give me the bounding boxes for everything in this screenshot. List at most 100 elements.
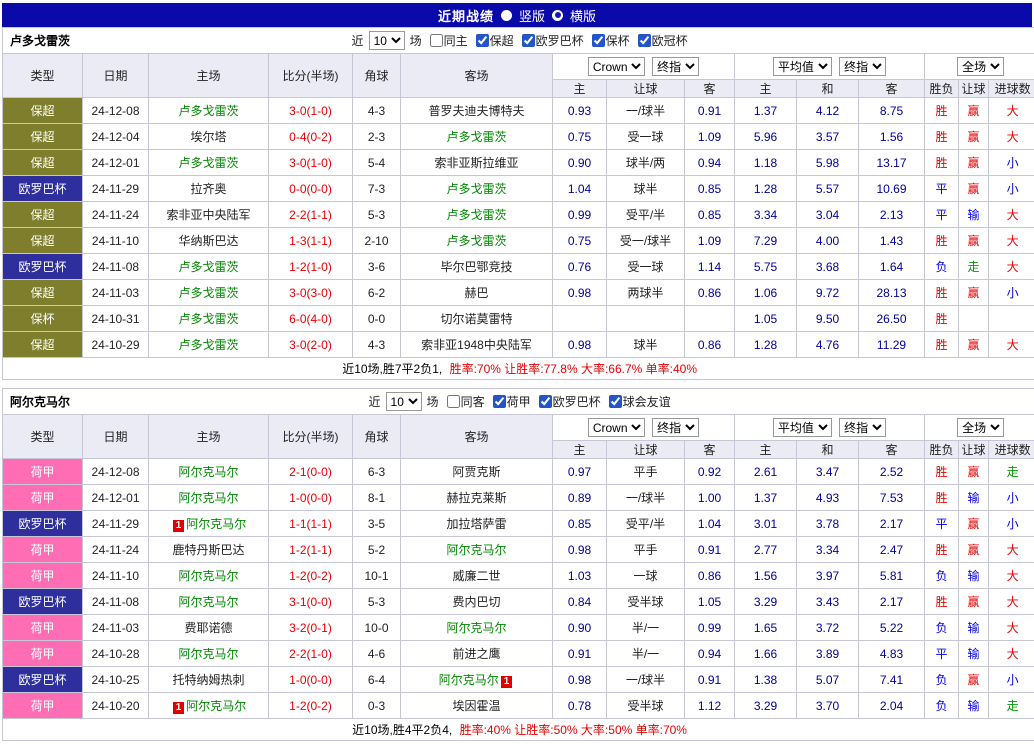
league-label: 荷甲 xyxy=(507,393,531,410)
team-name: 毕尔巴鄂竞技 xyxy=(440,260,512,274)
corner-count: 6-3 xyxy=(353,459,401,485)
league-filter-europa-league[interactable]: 欧罗巴杯 xyxy=(539,393,601,410)
asian-odds-source-select[interactable]: Crown xyxy=(588,418,645,437)
asian-odds-time-select[interactable]: 终指 xyxy=(652,418,699,437)
result-badge: 负 xyxy=(925,254,959,280)
result-badge: 平 xyxy=(925,202,959,228)
league-checkbox[interactable] xyxy=(609,395,622,408)
section-team-name: 阿尔克马尔 xyxy=(10,393,70,410)
league-checkbox[interactable] xyxy=(522,34,535,47)
same-venue-checkbox[interactable] xyxy=(447,395,460,408)
league-checkbox[interactable] xyxy=(476,34,489,47)
league-filter-eredivisie[interactable]: 荷甲 xyxy=(493,393,531,410)
league-type-badge: 荷甲 xyxy=(3,641,83,667)
asian-handicap: 受一/球半 xyxy=(607,228,685,254)
score: 1-2(0-2) xyxy=(269,693,353,719)
league-checkbox[interactable] xyxy=(592,34,605,47)
score: 2-1(0-0) xyxy=(269,459,353,485)
league-filter-champions-league[interactable]: 欧冠杯 xyxy=(638,32,688,49)
euro-away-odds: 2.13 xyxy=(859,202,925,228)
goals-result: 大 xyxy=(989,332,1034,358)
league-filter-europa-league[interactable]: 欧罗巴杯 xyxy=(522,32,584,49)
corner-count: 2-3 xyxy=(353,124,401,150)
scope-select[interactable]: 全场 xyxy=(957,418,1004,437)
euro-odds-time-select[interactable]: 终指 xyxy=(839,57,886,76)
asian-away-odds: 1.09 xyxy=(685,124,735,150)
match-date: 24-11-08 xyxy=(83,254,149,280)
home-team: 托特纳姆热刺 xyxy=(149,667,269,693)
asian-odds-source-select[interactable]: Crown xyxy=(588,57,645,76)
match-date: 24-11-29 xyxy=(83,511,149,537)
euro-odds-dropdowns: 平均值 终指 xyxy=(735,54,925,80)
asian-home-odds: 0.91 xyxy=(553,641,607,667)
match-row: 保超24-10-29卢多戈雷茨3-0(2-0)4-3索非亚1948中央陆军0.9… xyxy=(3,332,1034,358)
away-team: 阿尔克马尔 xyxy=(401,615,553,641)
handicap-result: 输 xyxy=(959,615,989,641)
match-count-select[interactable]: 10 xyxy=(369,31,405,50)
league-label: 欧罗巴杯 xyxy=(536,32,584,49)
team-name: 阿尔克马尔 xyxy=(178,465,238,479)
league-checkbox[interactable] xyxy=(539,395,552,408)
goals-result: 小 xyxy=(989,150,1034,176)
home-team: 费耶诺德 xyxy=(149,615,269,641)
goals-result: 大 xyxy=(989,563,1034,589)
handicap-result: 赢 xyxy=(959,511,989,537)
same-venue-filter[interactable]: 同主 xyxy=(430,32,468,49)
euro-odds-time-select[interactable]: 终指 xyxy=(839,418,886,437)
asian-home-odds: 0.75 xyxy=(553,124,607,150)
league-filter-club-friendly[interactable]: 球会友谊 xyxy=(609,393,671,410)
horizontal-layout-label[interactable]: 横版 xyxy=(570,6,596,25)
same-venue-checkbox[interactable] xyxy=(430,34,443,47)
league-filter-bulgaria-first-league[interactable]: 保超 xyxy=(476,32,514,49)
result-badge: 胜 xyxy=(925,228,959,254)
team-name: 普罗夫迪夫博特夫 xyxy=(428,104,524,118)
scope-select[interactable]: 全场 xyxy=(957,57,1004,76)
vertical-layout-radio[interactable] xyxy=(501,10,512,21)
league-type-badge: 保杯 xyxy=(3,306,83,332)
score: 1-3(1-1) xyxy=(269,228,353,254)
away-team: 卢多戈雷茨 xyxy=(401,176,553,202)
asian-odds-time-select[interactable]: 终指 xyxy=(652,57,699,76)
match-date: 24-11-10 xyxy=(83,563,149,589)
same-venue-filter[interactable]: 同客 xyxy=(447,393,485,410)
match-row: 保超24-11-10华纳斯巴达1-3(1-1)2-10卢多戈雷茨0.75受一/球… xyxy=(3,228,1034,254)
match-date: 24-11-03 xyxy=(83,615,149,641)
summary-rates: 胜率:70% 让胜率:77.8% 大率:66.7% 单率:40% xyxy=(450,362,697,376)
corner-count: 4-6 xyxy=(353,641,401,667)
match-date: 24-11-03 xyxy=(83,280,149,306)
goals-result: 大 xyxy=(989,254,1034,280)
vertical-layout-label[interactable]: 竖版 xyxy=(519,6,545,25)
team-name: 阿尔克马尔 xyxy=(178,491,238,505)
result-badge: 负 xyxy=(925,667,959,693)
horizontal-layout-radio[interactable] xyxy=(552,10,563,21)
league-checkbox[interactable] xyxy=(493,395,506,408)
corner-count: 0-0 xyxy=(353,306,401,332)
euro-away-odds: 28.13 xyxy=(859,280,925,306)
asian-home-odds: 0.89 xyxy=(553,485,607,511)
league-type-badge: 保超 xyxy=(3,228,83,254)
score: 3-1(0-0) xyxy=(269,589,353,615)
result-badge: 胜 xyxy=(925,306,959,332)
euro-draw-odds: 3.04 xyxy=(797,202,859,228)
league-checkbox[interactable] xyxy=(638,34,651,47)
asian-home-odds: 0.98 xyxy=(553,332,607,358)
euro-home-odds: 1.66 xyxy=(735,641,797,667)
euro-odds-source-select[interactable]: 平均值 xyxy=(773,57,832,76)
league-type-badge: 欧罗巴杯 xyxy=(3,176,83,202)
section-header: 阿尔克马尔 近 10 场 同客 荷甲 xyxy=(3,389,1034,459)
asian-home-odds: 0.97 xyxy=(553,459,607,485)
corner-count: 6-2 xyxy=(353,280,401,306)
team-name: 托特纳姆热刺 xyxy=(172,673,244,687)
euro-away-odds: 1.56 xyxy=(859,124,925,150)
asian-home-odds: 0.93 xyxy=(553,98,607,124)
league-filter-bulgaria-cup[interactable]: 保杯 xyxy=(592,32,630,49)
match-count-select[interactable]: 10 xyxy=(386,392,422,411)
euro-draw-odds: 3.47 xyxy=(797,459,859,485)
team-name: 索非亚斯拉维亚 xyxy=(434,156,518,170)
euro-odds-source-select[interactable]: 平均值 xyxy=(773,418,832,437)
away-team: 切尔诺莫雷特 xyxy=(401,306,553,332)
euro-draw-odds: 3.78 xyxy=(797,511,859,537)
result-badge: 平 xyxy=(925,511,959,537)
euro-away-odds: 10.69 xyxy=(859,176,925,202)
handicap-result: 赢 xyxy=(959,280,989,306)
